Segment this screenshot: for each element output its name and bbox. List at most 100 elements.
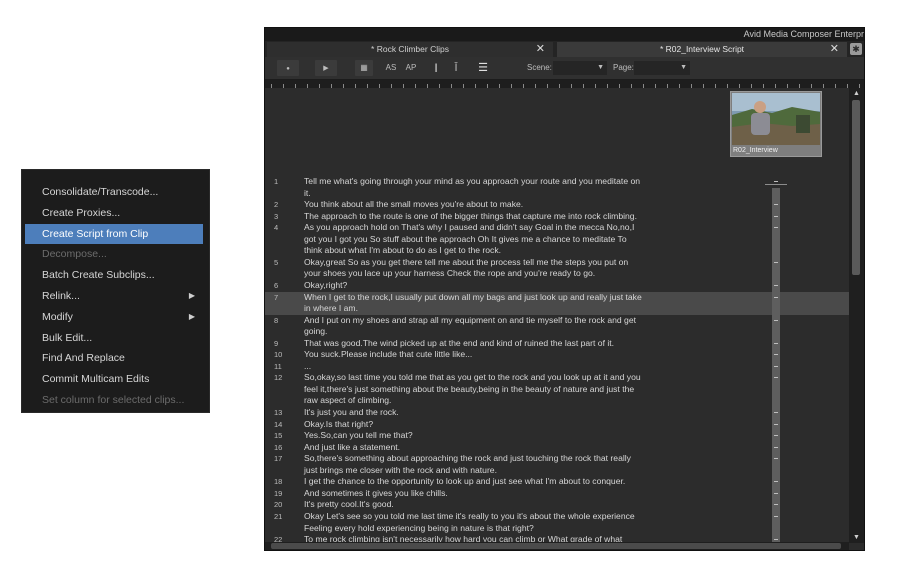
script-line[interactable]: 3 The approach to the route is one of the… — [265, 211, 849, 223]
text-cursor-button[interactable]: I — [429, 60, 443, 76]
line-text: Tell me what's going through your mind a… — [304, 176, 641, 186]
line-text: ... — [304, 360, 312, 371]
line-text: As you approach hold on That's why I pau… — [304, 222, 635, 233]
script-line[interactable]: 14 Okay.Is that right? — [265, 419, 849, 431]
tab-r02-interview-script[interactable]: * R02_Interview Script ✕ — [557, 42, 847, 57]
script-line[interactable]: 1 Tell me what's going through your mind … — [265, 176, 849, 188]
script-line[interactable]: it. — [265, 188, 849, 200]
script-line[interactable]: 13 It's just you and the rock. — [265, 407, 849, 419]
take-mark — [774, 354, 778, 356]
line-number: 2 — [274, 200, 279, 210]
menu-item-label: Create Proxies... — [42, 206, 121, 219]
script-line[interactable]: 7 When I get to the rock,I usually put do… — [265, 291, 849, 304]
script-line[interactable]: 8 And I put on my shoes and strap all my … — [265, 315, 849, 327]
line-text: So,okay,so last time you told me that as… — [304, 372, 641, 383]
take-mark — [774, 481, 778, 483]
script-line[interactable]: raw aspect of climbing. — [265, 395, 849, 407]
sync-track[interactable] — [772, 181, 780, 543]
as-button[interactable]: AS — [383, 60, 399, 76]
script-line[interactable]: 18 I get the chance to the opportunity to… — [265, 476, 849, 488]
script-line[interactable]: just brings me closer with the rock and … — [265, 465, 849, 477]
script-line[interactable]: 16 And just like a statement. — [265, 442, 849, 454]
script-line[interactable]: 6 Okay,right? — [265, 280, 849, 292]
script-line[interactable]: 15 Yes.So,can you tell me that? — [265, 430, 849, 442]
menu-item: Set column for selected clips... — [25, 390, 203, 410]
take-mark — [774, 284, 778, 286]
script-line[interactable]: 5 Okay,great So as you get there tell me … — [265, 257, 849, 269]
script-line[interactable]: 20 It's pretty cool.It's good. — [265, 499, 849, 511]
record-button[interactable]: ● — [277, 60, 299, 76]
line-text: Okay,right? — [304, 279, 348, 290]
menu-item[interactable]: Commit Multicam Edits — [25, 369, 203, 389]
menu-item[interactable]: Create Proxies... — [25, 203, 203, 223]
play-button[interactable]: ▶ — [315, 60, 337, 76]
tab-rock-climber-clips[interactable]: * Rock Climber Clips ✕ — [267, 42, 553, 57]
take-mark — [774, 215, 778, 217]
take-mark — [774, 377, 778, 379]
arrow-up-icon[interactable]: ▲ — [849, 90, 864, 97]
script-line[interactable]: your shoes you lace up your harness Chec… — [265, 268, 849, 280]
keyboard-button[interactable]: ▦ — [355, 60, 373, 76]
close-icon[interactable]: ✕ — [830, 42, 839, 57]
script-line[interactable]: in where I am. — [265, 303, 849, 315]
line-text: Yes.So,can you tell me that? — [304, 430, 413, 441]
take-mark — [774, 492, 778, 494]
close-icon[interactable]: ✕ — [536, 42, 545, 57]
line-number: 16 — [274, 442, 283, 452]
horizontal-scrollbar[interactable] — [265, 542, 849, 550]
script-line[interactable]: 4 As you approach hold on That's why I pa… — [265, 222, 849, 234]
line-number: 19 — [274, 488, 283, 498]
ap-button[interactable]: AP — [403, 60, 419, 76]
scene-dropdown[interactable]: ▼ — [553, 61, 607, 75]
menu-item[interactable]: Relink... ▶ — [25, 286, 203, 306]
vertical-scrollbar[interactable]: ▲ ▼ — [849, 88, 864, 543]
line-text: got you I got you So stuff about the app… — [304, 233, 627, 244]
menu-item[interactable]: Create Script from Clip — [25, 223, 203, 244]
text-cursor-alt-button[interactable]: Ī — [449, 60, 463, 76]
line-number: 17 — [274, 454, 283, 464]
take-mark — [774, 296, 778, 298]
menu-item-label: Relink... — [42, 290, 80, 302]
script-line[interactable]: 17 So,there's something about approaching… — [265, 453, 849, 465]
line-text: Okay Let's see so you told me last time … — [304, 510, 635, 521]
ruler[interactable] — [265, 80, 864, 88]
script-line[interactable]: Feeling every hold experiencing being in… — [265, 523, 849, 535]
script-line[interactable]: 9 That was good.The wind picked up at the… — [265, 338, 849, 350]
arrow-down-icon[interactable]: ▼ — [849, 534, 864, 541]
script-line[interactable]: 10 You suck.Please include that cute litt… — [265, 349, 849, 361]
script-line[interactable]: got you I got you So stuff about the app… — [265, 234, 849, 246]
clip-thumbnail[interactable]: R02_Interview — [730, 91, 822, 157]
gear-icon[interactable]: ✱ — [850, 43, 862, 55]
script-line[interactable]: 12 So,okay,so last time you told me that … — [265, 372, 849, 384]
vertical-scroll-thumb[interactable] — [852, 100, 860, 275]
script-line[interactable]: 21 Okay Let's see so you told me last tim… — [265, 511, 849, 523]
script-line[interactable]: feel it,there's just something about the… — [265, 384, 849, 396]
script-content[interactable]: R02_Interview 1 Tell me what's going thro… — [265, 88, 849, 543]
menu-item-label: Set column for selected clips... — [42, 394, 185, 406]
line-text: raw aspect of climbing. — [304, 395, 392, 406]
take-mark — [774, 261, 778, 263]
page-dropdown[interactable]: ▼ — [634, 61, 690, 75]
line-text: in where I am. — [304, 303, 358, 314]
script-line[interactable]: going. — [265, 326, 849, 338]
script-line[interactable]: 11... — [265, 361, 849, 373]
line-number: 4 — [274, 223, 279, 233]
script-line[interactable]: 19 And sometimes it gives you like chills… — [265, 488, 849, 500]
menu-item[interactable]: Consolidate/Transcode... — [25, 182, 203, 202]
play-icon: ▶ — [323, 65, 329, 72]
menu-item[interactable]: Find And Replace — [25, 348, 203, 368]
menu-item[interactable]: Batch Create Subclips... — [25, 265, 203, 285]
list-button[interactable]: ☰ — [475, 60, 491, 76]
text-cursor-alt-icon: Ī — [454, 62, 458, 74]
menu-item-label: Batch Create Subclips... — [42, 269, 155, 282]
menu-item[interactable]: Bulk Edit... — [25, 328, 203, 348]
line-number: 3 — [274, 211, 279, 221]
horizontal-scroll-thumb[interactable] — [271, 543, 841, 549]
script-line[interactable]: think about what I'm about to do as I ge… — [265, 245, 849, 257]
line-text: think about what I'm about to do as I ge… — [304, 245, 502, 256]
line-number: 15 — [274, 431, 283, 441]
script-line[interactable]: 2 You think about all the small moves you… — [265, 199, 849, 211]
chevron-down-icon: ▼ — [597, 64, 604, 71]
list-icon: ☰ — [478, 62, 488, 74]
menu-item[interactable]: Modify ▶ — [25, 307, 203, 327]
